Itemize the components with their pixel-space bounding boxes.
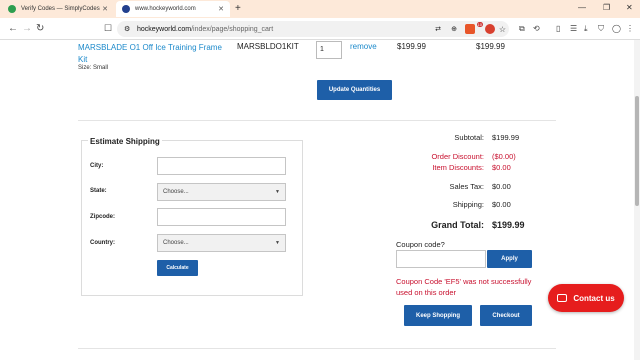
state-select[interactable]: Choose... ▼: [157, 183, 286, 201]
subtotal-value: $199.99: [492, 133, 520, 142]
close-window-icon[interactable]: ✕: [626, 3, 633, 12]
url-bar[interactable]: ⚙ hockeyworld.com/index/page/shopping_ca…: [117, 21, 509, 37]
country-select[interactable]: Choose... ▼: [157, 234, 286, 252]
zoom-icon[interactable]: ⊕: [451, 25, 457, 33]
update-quantities-button[interactable]: Update Quantities: [317, 80, 392, 100]
calculate-button[interactable]: Calculate: [157, 260, 198, 276]
sales-tax-value: $0.00: [492, 182, 511, 191]
product-name-link[interactable]: MARSBLADE O1 Off Ice Training Frame Kit: [78, 42, 228, 66]
scrollbar[interactable]: [634, 40, 640, 360]
url-path: /index/page/shopping_cart: [191, 25, 274, 33]
tab-hockeyworld[interactable]: www.hockeyworld.com ✕: [116, 1, 230, 17]
chat-icon: [557, 294, 568, 302]
menu-icon[interactable]: ⋮: [626, 24, 634, 33]
coupon-error-message: Coupon Code 'EF5' was not successfully u…: [396, 277, 532, 297]
city-label: City:: [90, 163, 104, 169]
account-icon[interactable]: ◯: [612, 24, 621, 33]
extension-icon-red[interactable]: [485, 24, 495, 34]
item-discounts-label: Item Discounts:: [432, 163, 484, 172]
order-discount-label: Order Discount:: [431, 152, 484, 161]
country-select-value: Choose...: [163, 240, 189, 246]
forward-icon[interactable]: →: [22, 23, 32, 34]
address-toolbar: ← → ↻ ☐ ⚙ hockeyworld.com/index/page/sho…: [0, 18, 640, 40]
estimate-shipping-title: Estimate Shipping: [88, 137, 162, 146]
page-content: MARSBLADE O1 Off Ice Training Frame Kit …: [0, 40, 634, 360]
bookmark-icon[interactable]: ☐: [104, 23, 112, 34]
extension-badge-icon[interactable]: [465, 24, 475, 34]
shield-icon[interactable]: ⛉: [598, 24, 604, 34]
grand-total-value: $199.99: [492, 220, 525, 230]
new-tab-icon[interactable]: +: [235, 3, 241, 14]
coupon-input[interactable]: [396, 250, 486, 268]
sidebar-icon[interactable]: ▯: [556, 24, 560, 33]
close-tab-icon[interactable]: ✕: [218, 5, 224, 13]
hockeyworld-favicon-icon: [122, 5, 130, 13]
simplycodes-favicon-icon: [8, 5, 16, 13]
translate-icon[interactable]: ⇄: [435, 25, 441, 33]
coupon-label: Coupon code?: [396, 240, 445, 249]
browser-tab-bar: Verify Codes — SimplyCodes ✕ www.hockeyw…: [0, 0, 640, 18]
star-icon[interactable]: ☆: [499, 25, 506, 34]
contact-us-button[interactable]: Contact us: [548, 284, 624, 312]
restore-icon[interactable]: ❐: [603, 3, 610, 12]
minimize-icon[interactable]: —: [578, 3, 586, 12]
state-select-value: Choose...: [163, 189, 189, 195]
downloads-icon[interactable]: ⤓: [584, 24, 588, 34]
subtotal-label: Subtotal:: [454, 133, 484, 142]
tab-simplycodes[interactable]: Verify Codes — SimplyCodes ✕: [2, 1, 114, 17]
reload-icon[interactable]: ↻: [36, 23, 44, 34]
shipping-label: Shipping:: [452, 200, 484, 209]
unit-price: $199.99: [397, 42, 426, 51]
contact-us-label: Contact us: [573, 293, 615, 303]
zipcode-label: Zipcode:: [90, 214, 115, 220]
product-size: Size: Small: [78, 65, 109, 71]
back-icon[interactable]: ←: [8, 23, 18, 34]
sales-tax-label: Sales Tax:: [449, 182, 484, 191]
item-discounts-value: $0.00: [492, 163, 511, 172]
city-input[interactable]: [157, 157, 286, 175]
grand-total-label: Grand Total:: [431, 220, 484, 230]
product-sku: MARSBLDO1KIT: [237, 42, 299, 51]
tab-title: Verify Codes — SimplyCodes: [21, 6, 100, 12]
divider: [78, 348, 556, 349]
extension-badge-count: 10: [476, 22, 483, 27]
extensions-icon[interactable]: ⧉: [519, 24, 525, 34]
chevron-down-icon: ▼: [275, 189, 280, 195]
tab-title: www.hockeyworld.com: [135, 6, 196, 12]
chevron-down-icon: ▼: [275, 240, 280, 246]
zipcode-input[interactable]: [157, 208, 286, 226]
profile-sync-icon[interactable]: ⟲: [533, 24, 540, 33]
collections-icon[interactable]: ☰: [570, 24, 577, 33]
site-info-icon[interactable]: ⚙: [124, 25, 130, 33]
order-discount-value: ($0.00): [492, 152, 516, 161]
state-label: State:: [90, 188, 107, 194]
country-label: Country:: [90, 240, 115, 246]
scrollbar-thumb[interactable]: [635, 96, 639, 206]
divider: [78, 120, 556, 121]
remove-link[interactable]: remove: [350, 42, 377, 51]
url-host: hockeyworld.com: [137, 25, 192, 33]
apply-coupon-button[interactable]: Apply: [487, 250, 532, 268]
close-tab-icon[interactable]: ✕: [102, 5, 108, 13]
quantity-input[interactable]: 1: [316, 41, 342, 59]
checkout-button[interactable]: Checkout: [480, 305, 532, 326]
keep-shopping-button[interactable]: Keep Shopping: [404, 305, 472, 326]
line-total: $199.99: [476, 42, 505, 51]
shipping-value: $0.00: [492, 200, 511, 209]
